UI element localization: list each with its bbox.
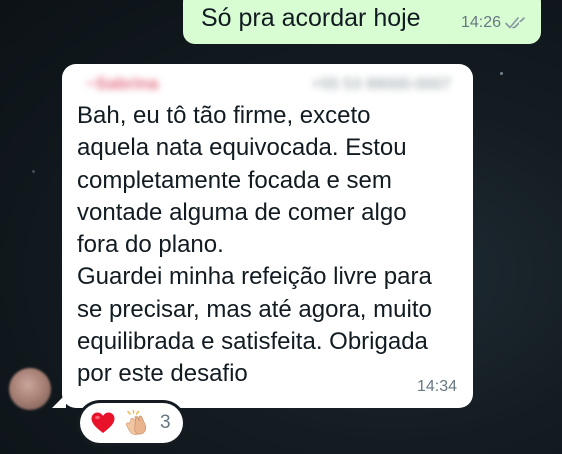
message-line: aquela nata equivocada. Estou xyxy=(77,134,407,162)
red-heart-icon xyxy=(90,411,116,435)
star-dot xyxy=(500,72,503,75)
outgoing-message-time: 14:26 xyxy=(460,14,501,31)
reactions-pill[interactable]: 3 xyxy=(80,403,183,443)
message-line: Bah, eu tô tão firme, exceto xyxy=(77,102,371,129)
message-line: completamente focada e sem xyxy=(77,166,392,194)
outgoing-message-text: Só pra acordar hoje xyxy=(201,4,421,32)
sender-name[interactable]: ~Sabrina xyxy=(86,74,158,94)
clapping-hands-icon xyxy=(124,410,152,436)
outgoing-bubble-tail xyxy=(519,22,533,34)
outgoing-message-meta: 14:26 xyxy=(461,14,527,32)
incoming-message-time: 14:34 xyxy=(416,378,457,395)
incoming-message-bubble[interactable]: ~Sabrina +55 53 99000-0007 Bah, eu tô tã… xyxy=(52,64,473,408)
outgoing-message-bubble[interactable]: Só pra acordar hoje 14:26 xyxy=(183,0,541,44)
message-line: se precisar, mas até agora, muito xyxy=(77,295,432,323)
incoming-message-text: Bah, eu tô tão firme, exceto aquela nata… xyxy=(77,100,467,391)
reaction-count: 3 xyxy=(160,412,171,433)
avatar[interactable] xyxy=(9,368,51,410)
message-line: fora do plano. xyxy=(77,231,224,259)
message-line: equilibrada e satisfeita. Obrigada xyxy=(77,328,428,356)
incoming-bubble-tail xyxy=(52,394,66,408)
message-line: por este desafio xyxy=(77,360,248,388)
message-line: Guardei minha refeição livre para xyxy=(77,263,432,291)
message-line: vontade alguma de comer algo xyxy=(77,198,407,226)
sender-phone: +55 53 99000-0007 xyxy=(311,76,451,93)
star-dot xyxy=(32,170,35,173)
